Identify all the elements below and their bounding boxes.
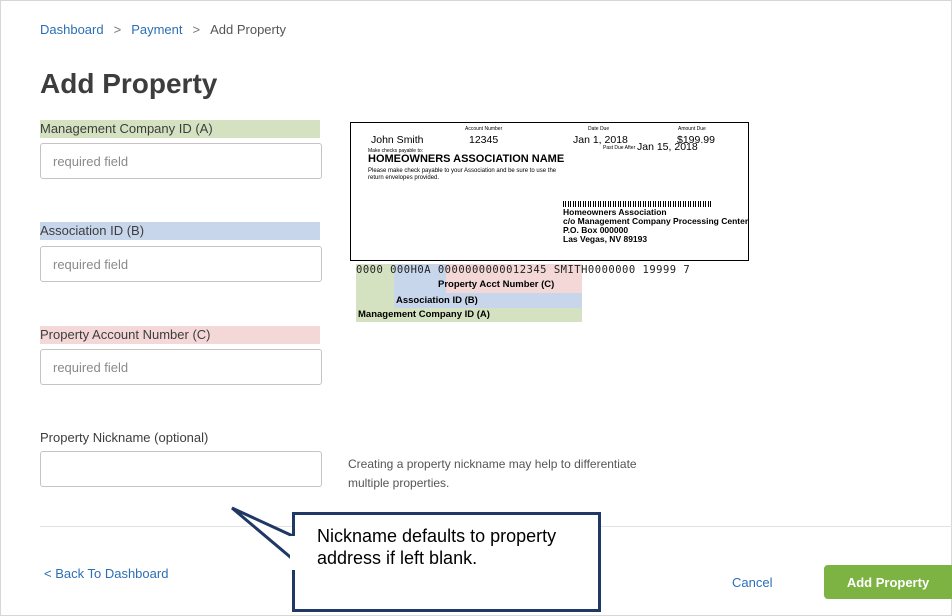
breadcrumb-payment-link[interactable]: Payment — [131, 22, 182, 37]
callout-pointer-join — [290, 536, 298, 570]
statement-instructions: Please make check payable to your Associ… — [368, 168, 557, 181]
breadcrumb-dashboard-link[interactable]: Dashboard — [40, 22, 104, 37]
date-due-heading: Date Due — [588, 126, 610, 132]
association-id-legend: Association ID (B) — [396, 295, 478, 306]
breadcrumb-separator: > — [192, 22, 201, 37]
property-account-number-input[interactable] — [40, 349, 322, 385]
page-title: Add Property — [40, 68, 218, 99]
statement-customer-name: John Smith — [371, 134, 424, 146]
breadcrumb-current: Add Property — [210, 22, 286, 37]
nickname-callout: Nickname defaults to property address if… — [292, 512, 601, 612]
add-property-button[interactable]: Add Property — [824, 565, 952, 599]
property-nickname-input[interactable] — [40, 451, 322, 487]
breadcrumb: Dashboard > Payment > Add Property — [40, 22, 286, 37]
statement-account-number: 12345 — [469, 134, 499, 146]
property-account-number-label: Property Account Number (C) — [40, 326, 320, 344]
amount-due-heading: Amount Due — [678, 126, 706, 132]
cancel-link[interactable]: Cancel — [732, 575, 772, 590]
nickname-helper-text: Creating a property nickname may help to… — [348, 457, 637, 490]
account-number-heading: Account Number — [465, 126, 503, 132]
management-company-id-input[interactable] — [40, 143, 322, 179]
past-due-heading: Past Due After — [603, 145, 636, 151]
association-id-input[interactable] — [40, 246, 322, 282]
management-company-id-label: Management Company ID (A) — [40, 120, 320, 138]
association-id-label: Association ID (B) — [40, 222, 320, 240]
past-due-date: Jan 15, 2018 — [637, 141, 698, 153]
breadcrumb-separator: > — [113, 22, 122, 37]
remit-address-line-4: Las Vegas, NV 89193 — [563, 234, 648, 244]
ocr-scan-line: 0000 000H0A 0000000000012345 SMITH000000… — [356, 264, 691, 276]
callout-text: Nickname defaults to property address if… — [317, 526, 557, 568]
property-nickname-label: Property Nickname (optional) — [40, 430, 209, 445]
management-company-id-legend: Management Company ID (A) — [358, 309, 490, 320]
back-to-dashboard-link[interactable]: < Back To Dashboard — [44, 566, 168, 581]
sample-statement-image: Account Number Date Due Amount Due John … — [350, 122, 749, 261]
payable-to-name: HOMEOWNERS ASSOCIATION NAME — [368, 153, 565, 165]
property-account-number-legend: Property Acct Number (C) — [438, 279, 555, 290]
